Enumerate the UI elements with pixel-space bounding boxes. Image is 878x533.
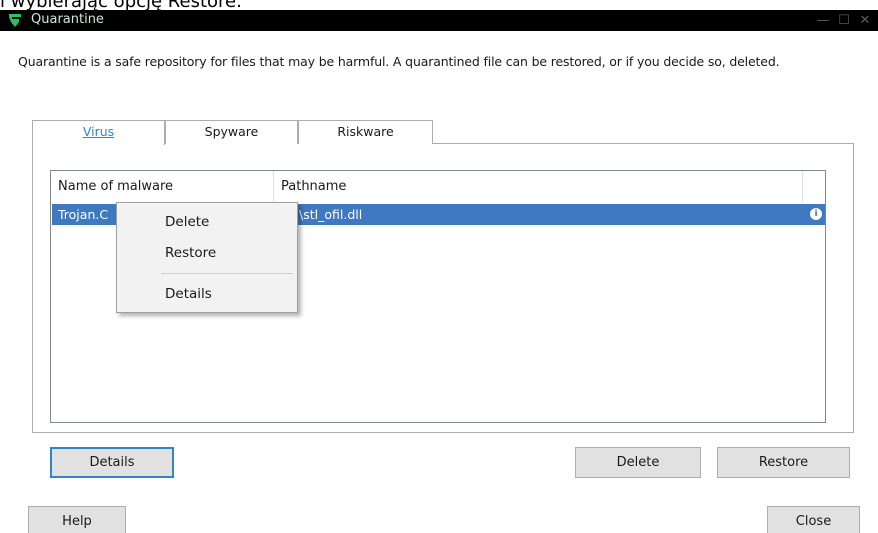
tab-virus[interactable]: Virus	[32, 120, 165, 145]
menu-item-details[interactable]: Details	[165, 286, 212, 302]
context-menu: Delete Restore Details	[116, 202, 298, 313]
restore-button[interactable]: Restore	[717, 447, 850, 478]
help-button[interactable]: Help	[28, 506, 126, 533]
tab-spyware[interactable]: Spyware	[165, 120, 298, 144]
column-header-name[interactable]: Name of malware	[51, 171, 274, 202]
description-text: Quarantine is a safe repository for file…	[18, 54, 780, 69]
column-header-pathname[interactable]: Pathname	[274, 171, 803, 202]
tab-riskware[interactable]: Riskware	[298, 120, 433, 144]
shield-logo-icon	[9, 14, 21, 27]
menu-separator	[161, 273, 293, 274]
delete-button[interactable]: Delete	[575, 447, 701, 478]
column-header-info	[803, 171, 825, 202]
cell-malware-name: Trojan.C	[58, 207, 109, 222]
close-icon[interactable]: ✕	[850, 10, 878, 31]
menu-item-restore[interactable]: Restore	[165, 245, 216, 261]
details-button[interactable]: Details	[50, 447, 174, 478]
window-titlebar: Quarantine — ☐ ✕	[0, 10, 878, 31]
window-title: Quarantine	[31, 12, 104, 27]
info-icon[interactable]: i	[810, 208, 822, 220]
cell-pathname: \stl_ofil.dll	[299, 207, 363, 222]
menu-item-delete[interactable]: Delete	[165, 214, 209, 230]
close-button[interactable]: Close	[767, 506, 860, 533]
